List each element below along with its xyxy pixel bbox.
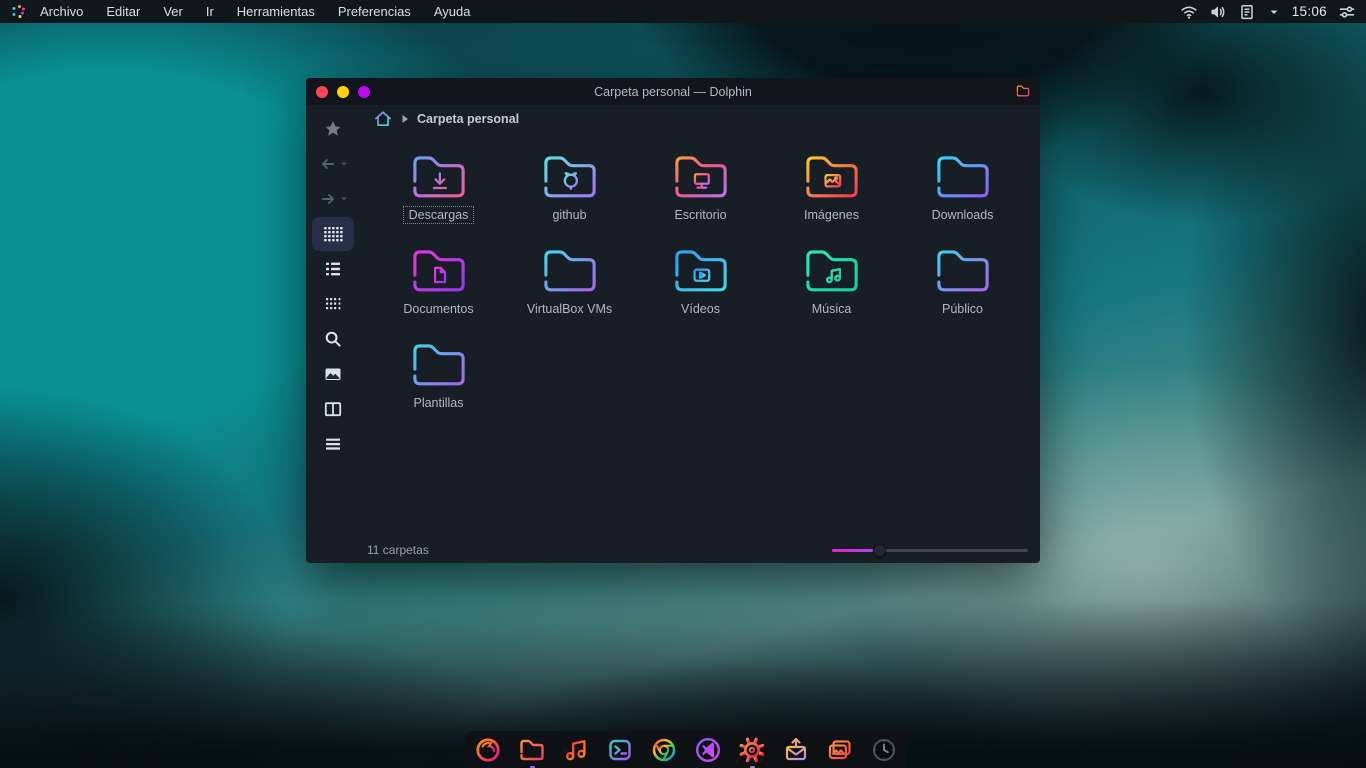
desktop: { "panel": { "menu_items": ["Archivo", "… [0,0,1366,768]
folder-label: Downloads [931,208,994,222]
terminal-dock-icon[interactable] [605,735,635,765]
panel-clock: 15:06 [1291,4,1327,19]
sidebar-split-button[interactable] [312,392,354,426]
folder-icon [801,146,863,204]
folder-item[interactable]: Plantillas [373,334,504,428]
folder-item[interactable]: github [504,146,635,240]
folder-label: Plantillas [413,396,464,410]
sidebar-view-list-button[interactable] [312,252,354,286]
breadcrumb: Carpeta personal [360,105,1040,133]
folder-icon [670,240,732,298]
sidebar-star-button[interactable] [312,112,354,146]
menu-item-ver[interactable]: Ver [163,4,183,19]
sidebar-arrow-back-button[interactable] [312,147,354,181]
folder-item[interactable]: Descargas [373,146,504,240]
folder-icon [932,146,994,204]
folder-item[interactable]: Imágenes [766,146,897,240]
toolbar-sidebar [306,105,360,563]
photos-dock-icon[interactable] [825,735,855,765]
files-dock-icon[interactable] [517,735,547,768]
folder-item[interactable]: Downloads [897,146,1028,240]
system-tray: 15:06 [1180,3,1356,21]
folder-label: Imágenes [804,208,859,222]
clock-app-dock-icon[interactable] [869,735,899,765]
menu-item-archivo[interactable]: Archivo [40,4,83,19]
mail-dock-icon[interactable] [781,735,811,765]
folder-icon [539,146,601,204]
statusbar: 11 carpetas [360,537,1040,563]
close-button[interactable] [316,85,328,98]
folder-label: Documentos [403,302,474,316]
folder-item[interactable]: Vídeos [635,240,766,334]
menu-item-preferencias[interactable]: Preferencias [338,4,411,19]
folder-label: Música [811,302,852,316]
music-player-dock-icon[interactable] [561,735,591,765]
zoom-slider-handle[interactable] [873,544,887,557]
caret-down-icon[interactable] [1267,5,1281,19]
tweaks-icon[interactable] [1338,3,1356,21]
folder-icon [408,146,470,204]
menu-item-editar[interactable]: Editar [106,4,140,19]
sidebar-preview-button[interactable] [312,357,354,391]
folder-label: VirtualBox VMs [526,302,613,316]
dolphin-app-icon [1015,83,1031,99]
folder-item[interactable]: VirtualBox VMs [504,240,635,334]
sidebar-view-grid-button[interactable] [312,217,354,251]
folder-label: Vídeos [681,302,720,316]
zoom-slider-fill [832,548,880,552]
folder-item[interactable]: Documentos [373,240,504,334]
volume-icon[interactable] [1209,3,1227,21]
status-text: 11 carpetas [367,543,429,557]
wifi-icon[interactable] [1180,3,1198,21]
menubar: Archivo Editar Ver Ir Herramientas Preferenci… [40,4,470,19]
firefox-dock-icon[interactable] [473,735,503,765]
distro-logo-icon[interactable] [10,3,28,21]
dock [465,731,907,768]
breadcrumb-chevron-icon [400,113,410,125]
menu-item-ir[interactable]: Ir [206,4,214,19]
folder-label: Público [942,302,983,316]
zoom-slider[interactable] [832,543,1028,557]
breadcrumb-label[interactable]: Carpeta personal [417,112,519,126]
clipboard-icon[interactable] [1238,3,1256,21]
top-panel: Archivo Editar Ver Ir Herramientas Preferenci… [0,0,1366,23]
folder-item[interactable]: Música [766,240,897,334]
menu-item-ayuda[interactable]: Ayuda [434,4,471,19]
folder-icon [670,146,732,204]
settings-dock-icon[interactable] [737,735,767,768]
tray-icon-group [1180,3,1281,21]
dolphin-window: Carpeta personal — Dolphin Carpeta perso… [306,78,1040,563]
vscode-dock-icon[interactable] [693,735,723,765]
sidebar-search-button[interactable] [312,322,354,356]
window-controls [316,78,370,105]
sidebar-view-details-button[interactable] [312,287,354,321]
folder-icon [932,240,994,298]
folder-item[interactable]: Público [897,240,1028,334]
window-titlebar[interactable]: Carpeta personal — Dolphin [306,78,1040,105]
folder-icon [408,334,470,392]
minimize-button[interactable] [337,85,349,98]
folder-label: Descargas [402,206,475,224]
sidebar-arrow-forward-button[interactable] [312,182,354,216]
window-body: Carpeta personal Descargas github Escrit… [306,105,1040,563]
menu-item-herramientas[interactable]: Herramientas [237,4,315,19]
home-icon[interactable] [373,109,393,129]
folder-label: github [552,208,587,222]
window-title: Carpeta personal — Dolphin [594,84,752,99]
folder-label: Escritorio [674,208,727,222]
window-main: Carpeta personal Descargas github Escrit… [360,105,1040,563]
folder-icon [408,240,470,298]
sidebar-menu-button[interactable] [312,427,354,461]
folder-item[interactable]: Escritorio [635,146,766,240]
maximize-button[interactable] [358,85,370,98]
folder-icon [539,240,601,298]
folder-icon [801,240,863,298]
folder-grid: Descargas github Escritorio Imágenes Dow… [360,133,1040,537]
chrome-dock-icon[interactable] [649,735,679,765]
